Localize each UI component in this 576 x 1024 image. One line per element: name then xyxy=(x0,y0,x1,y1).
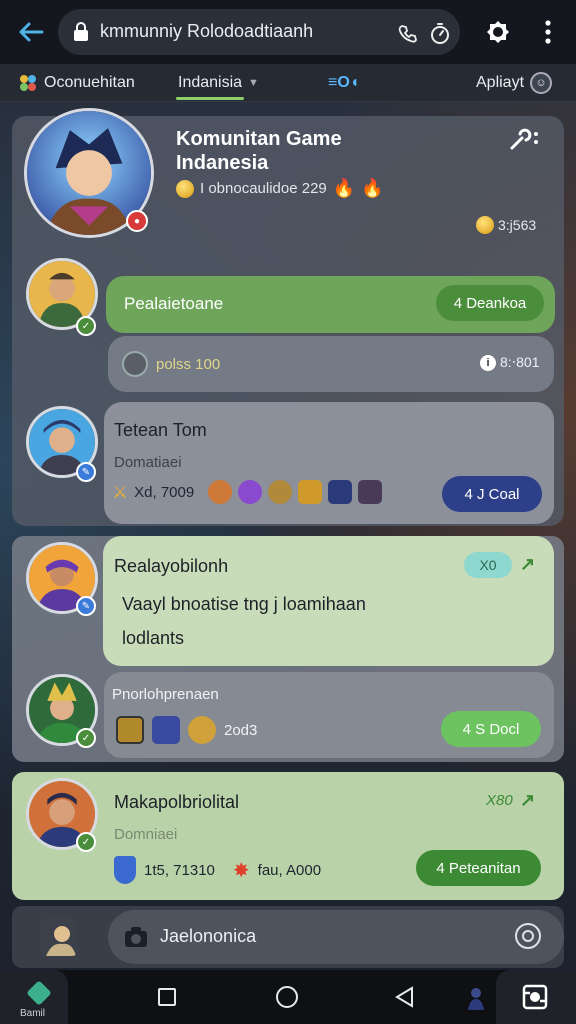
post-action-label: 4 Peteanitan xyxy=(436,859,521,877)
sword-icon: ⚔ xyxy=(112,481,129,502)
hero-icon xyxy=(238,480,263,504)
share-icon[interactable]: ↗ xyxy=(520,790,535,811)
nav-tabs: Oconuehitan Indanisia ▼ ≡O◖ Apliayt ☺ xyxy=(0,64,576,102)
home-app-label: Bamil xyxy=(20,1008,46,1019)
post-message: Vaayl bnoatise tng j loamihaan xyxy=(122,594,366,614)
post-action-label: 4 S Docl xyxy=(462,720,520,738)
post-action-button[interactable]: 4 S Docl xyxy=(441,711,541,747)
community-icon xyxy=(18,73,38,93)
coin-icon xyxy=(476,216,494,234)
post-bubble-text: Pealaietoane xyxy=(124,294,224,313)
camera-icon[interactable] xyxy=(124,926,148,953)
fire-icon: 🔥 xyxy=(361,178,384,198)
tab-label: Indanisia xyxy=(178,74,243,91)
item-icon xyxy=(152,716,180,744)
online-badge: ✓ xyxy=(76,316,96,336)
fire-icon: 🔥 xyxy=(332,178,356,198)
online-badge: ✎ xyxy=(76,462,96,482)
post-badge: X80 xyxy=(486,792,513,809)
community-subtitle: I obnocaulidoe 229 🔥 🔥 xyxy=(176,178,384,199)
more-vert-icon[interactable] xyxy=(532,16,564,48)
post-stat: 1t5, 71310 xyxy=(144,861,215,879)
coin-count-text: 3:j563 xyxy=(498,217,537,233)
post-author: Tetean Tom xyxy=(114,420,207,440)
stat-row: ⚔ Xd, 7009 xyxy=(112,480,383,504)
back-arrow-icon[interactable] xyxy=(15,16,47,48)
tab-label: Apliayt xyxy=(476,74,525,91)
hero-icon xyxy=(208,480,233,504)
home-app-button[interactable]: Bamil xyxy=(0,970,68,1024)
active-tab-indicator xyxy=(176,97,244,100)
back-button[interactable] xyxy=(394,986,414,1013)
post-action-label: 4 Deankoa xyxy=(453,294,527,312)
coin-icon xyxy=(176,179,194,198)
item-icon xyxy=(188,716,216,744)
online-badge: ✓ xyxy=(76,728,96,748)
tab-indonesia[interactable]: Indanisia ▼ xyxy=(176,64,259,102)
tab-community[interactable]: Oconuehitan xyxy=(18,64,135,102)
home-app-icon xyxy=(26,980,52,1006)
post-action-label: 4 J Coal xyxy=(464,485,520,503)
post-author: Makapolbriolital xyxy=(114,792,240,812)
home-button[interactable] xyxy=(276,986,298,1008)
lock-icon xyxy=(72,22,90,47)
info-icon: i xyxy=(480,354,496,371)
meta-count: 8:‧801 xyxy=(500,354,540,370)
meta-row: polss 100 xyxy=(122,351,220,377)
helmet-icon xyxy=(122,351,148,377)
reply-author: Pnorlohprenaen xyxy=(112,686,219,703)
community-subtitle-text: I obnocaulidoe 229 xyxy=(200,180,327,197)
post-subtitle: Domatiaei xyxy=(114,454,182,471)
tab-profile[interactable]: Apliayt ☺ xyxy=(476,64,553,102)
url-field[interactable]: kmmunniy Rolodoadtiaanh xyxy=(58,9,460,55)
hero-icon xyxy=(358,480,383,504)
reply-stat: 2od3 xyxy=(224,721,258,739)
browser-toolbar: kmmunniy Rolodoadtiaanh xyxy=(0,0,576,64)
hero-icon xyxy=(268,480,293,504)
stat-row: 2od3 xyxy=(116,716,257,744)
shield-icon xyxy=(114,856,136,884)
composer-avatar[interactable] xyxy=(40,918,78,956)
item-icon xyxy=(116,716,144,744)
post-message: lodlants xyxy=(122,628,185,648)
gear-icon[interactable] xyxy=(482,16,514,48)
hero-icon xyxy=(298,480,323,504)
post-subtitle: Domniaei xyxy=(114,826,178,843)
meta-text: polss 100 xyxy=(156,355,221,373)
coin-count: 3:j563 xyxy=(476,216,536,234)
post-action-button[interactable]: 4 Deankoa xyxy=(436,285,544,321)
url-text[interactable]: kmmunniy Rolodoadtiaanh xyxy=(100,21,313,42)
profile-avatar-icon: ☺ xyxy=(530,72,553,94)
post-badge: X0 xyxy=(464,552,512,578)
post-action-button[interactable]: 4 J Coal xyxy=(442,476,542,512)
fire-icon: ✸ xyxy=(232,859,250,882)
tools-icon[interactable] xyxy=(508,128,540,152)
share-icon[interactable]: ↗ xyxy=(520,554,535,575)
screenshot-tool-button[interactable] xyxy=(496,970,576,1024)
status-badge: ● xyxy=(126,210,148,232)
user-avatar-icon[interactable] xyxy=(466,986,486,1010)
stat-row: 1t5, 71310 ✸ fau, A000 xyxy=(114,856,321,884)
tab-label: ≡O◖ xyxy=(328,74,360,91)
community-title: Komunitan Game Indanesia xyxy=(176,128,342,174)
post-badge-text: X0 xyxy=(479,557,497,573)
online-badge: ✎ xyxy=(76,596,96,616)
online-badge: ✓ xyxy=(76,832,96,852)
caret-down-icon: ▼ xyxy=(248,77,259,89)
message-input-placeholder[interactable]: Jaelononica xyxy=(160,926,256,947)
hero-icon xyxy=(328,480,353,504)
post-action-button[interactable]: 4 Peteanitan xyxy=(416,850,541,886)
post-stat: fau, A000 xyxy=(257,861,322,879)
system-nav-bar: Bamil xyxy=(0,970,576,1024)
timer-icon[interactable] xyxy=(424,18,456,50)
phone-icon[interactable] xyxy=(392,18,424,50)
meta-count-row: i 8:‧801 xyxy=(480,354,539,371)
post-author: Realayobilonh xyxy=(114,556,229,576)
emoji-settings-icon[interactable] xyxy=(514,922,542,955)
tab-filter[interactable]: ≡O◖ xyxy=(328,64,359,102)
post-stat: Xd, 7009 xyxy=(134,483,195,501)
tab-label: Oconuehitan xyxy=(44,74,135,91)
recents-button[interactable] xyxy=(158,988,176,1006)
